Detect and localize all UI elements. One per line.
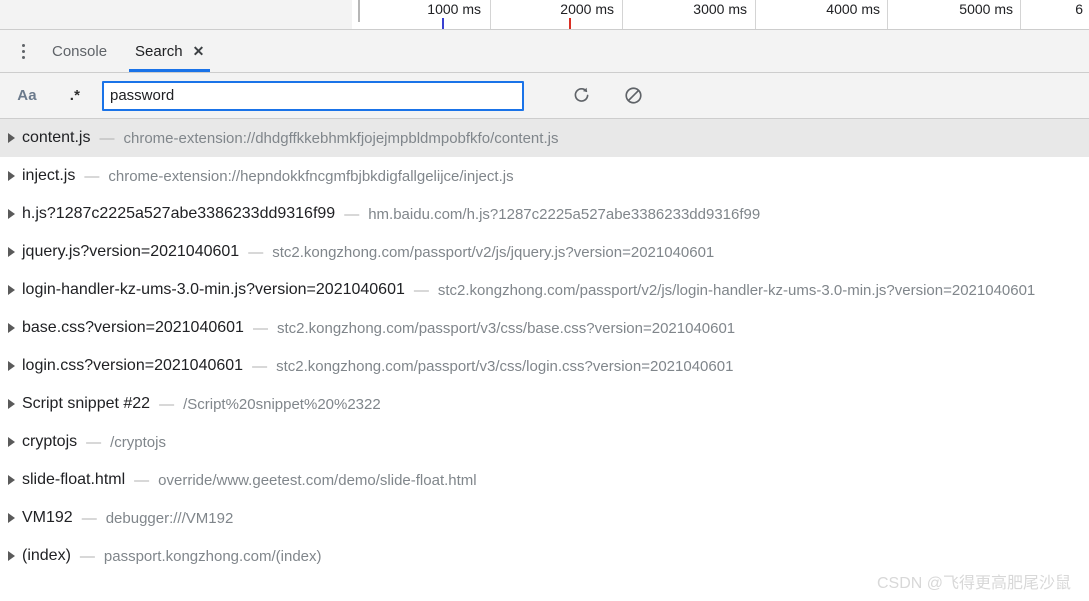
chevron-right-icon[interactable] xyxy=(8,247,15,257)
result-url: passport.kongzhong.com/(index) xyxy=(103,547,322,565)
result-separator: — xyxy=(252,319,268,337)
result-file-name: (index) xyxy=(22,547,71,564)
regex-toggle[interactable]: .* xyxy=(58,83,92,109)
table-row[interactable]: content.js — chrome-extension://dhdgffkkeb… xyxy=(0,119,1089,157)
chevron-right-icon[interactable] xyxy=(8,133,15,143)
result-url: stc2.kongzhong.com/passport/v3/css/login… xyxy=(276,357,734,375)
result-file-name: VM192 xyxy=(22,509,73,526)
chevron-right-icon[interactable] xyxy=(8,285,15,295)
chevron-right-icon[interactable] xyxy=(8,551,15,561)
timeline-ruler[interactable]: 1000 ms 2000 ms 3000 ms 4000 ms 5000 ms 6 xyxy=(0,0,1089,30)
result-file-name: inject.js xyxy=(22,167,76,184)
table-row[interactable]: jquery.js?version=2021040601 — stc2.kongzh… xyxy=(0,233,1089,271)
result-file-name: Script snippet #22 xyxy=(22,395,151,412)
result-separator: — xyxy=(99,129,115,147)
result-separator: — xyxy=(413,281,429,299)
drawer-tab-bar: Console Search ✕ xyxy=(0,30,1089,73)
chevron-right-icon[interactable] xyxy=(8,399,15,409)
search-results-list: content.js — chrome-extension://dhdgffkkeb… xyxy=(0,119,1089,575)
chevron-right-icon[interactable] xyxy=(8,209,15,219)
result-separator: — xyxy=(84,167,100,185)
result-file-name: login-handler-kz-ums-3.0-min.js?version=… xyxy=(22,281,405,298)
timeline-gutter xyxy=(0,0,352,29)
result-url: stc2.kongzhong.com/passport/v2/js/login-… xyxy=(437,281,1036,299)
tab-console-label: Console xyxy=(52,42,108,60)
regex-label: .* xyxy=(69,87,81,104)
close-icon[interactable]: ✕ xyxy=(193,44,205,58)
result-url: chrome-extension://dhdgffkkebhmkfjojejmp… xyxy=(123,129,559,147)
result-url: hm.baidu.com/h.js?1287c2225a527abe338623… xyxy=(368,205,761,223)
table-row[interactable]: (index) — passport.kongzhong.com/(index) xyxy=(0,537,1089,575)
timeline-marker-load-event xyxy=(569,18,571,29)
search-toolbar: Aa .* xyxy=(0,73,1089,119)
result-url: chrome-extension://hepndokkfncgmfbjbkdig… xyxy=(108,167,514,185)
chevron-right-icon[interactable] xyxy=(8,437,15,447)
result-separator: — xyxy=(86,433,102,451)
table-row[interactable]: Script snippet #22 — /Script%20snippet%20%… xyxy=(0,385,1089,423)
chevron-right-icon[interactable] xyxy=(8,171,15,181)
result-url: stc2.kongzhong.com/passport/v2/js/jquery… xyxy=(272,243,715,261)
table-row[interactable]: h.js?1287c2225a527abe3386233dd9316f99 — hm… xyxy=(0,195,1089,233)
result-separator: — xyxy=(79,547,95,565)
result-file-name: slide-float.html xyxy=(22,471,126,488)
timeline-marker-dom-content-loaded xyxy=(442,18,444,29)
timeline-tick-label: 4000 ms xyxy=(826,1,880,17)
result-file-name: login.css?version=2021040601 xyxy=(22,357,244,374)
tab-console[interactable]: Console xyxy=(38,30,121,72)
result-separator: — xyxy=(159,395,175,413)
kebab-menu-icon[interactable] xyxy=(8,30,38,72)
result-url: /Script%20snippet%20%2322 xyxy=(183,395,381,413)
timeline-tick-label: 3000 ms xyxy=(693,1,747,17)
timeline-divider xyxy=(887,0,888,29)
result-separator: — xyxy=(248,243,264,261)
result-file-name: cryptojs xyxy=(22,433,78,450)
chevron-right-icon[interactable] xyxy=(8,323,15,333)
result-separator: — xyxy=(344,205,360,223)
tab-search[interactable]: Search ✕ xyxy=(121,30,218,72)
search-input[interactable] xyxy=(102,80,524,111)
refresh-icon[interactable] xyxy=(564,83,598,109)
result-url: debugger:///VM192 xyxy=(105,509,234,527)
result-file-name: base.css?version=2021040601 xyxy=(22,319,244,336)
table-row[interactable]: login.css?version=2021040601 — stc2.kongzh… xyxy=(0,347,1089,385)
result-file-name: jquery.js?version=2021040601 xyxy=(22,243,240,260)
match-case-toggle[interactable]: Aa xyxy=(10,83,44,109)
table-row[interactable]: inject.js — chrome-extension://hepndokkfnc… xyxy=(0,157,1089,195)
timeline-tick-label: 1000 ms xyxy=(427,1,481,17)
table-row[interactable]: login-handler-kz-ums-3.0-min.js?version=… xyxy=(0,271,1089,309)
result-file-name: content.js xyxy=(22,129,91,146)
table-row[interactable]: slide-float.html — override/www.geetest.co… xyxy=(0,461,1089,499)
result-separator: — xyxy=(81,509,97,527)
timeline-tick-label: 6 xyxy=(1075,1,1083,17)
table-row[interactable]: VM192 — debugger:///VM192 xyxy=(0,499,1089,537)
result-separator: — xyxy=(134,471,150,489)
result-separator: — xyxy=(252,357,268,375)
chevron-right-icon[interactable] xyxy=(8,513,15,523)
clear-no-entry-icon[interactable] xyxy=(616,83,650,109)
result-url: override/www.geetest.com/demo/slide-floa… xyxy=(158,471,477,489)
chevron-right-icon[interactable] xyxy=(8,361,15,371)
tab-search-label: Search xyxy=(135,42,183,60)
result-url: /cryptojs xyxy=(110,433,166,451)
timeline-tick-label: 2000 ms xyxy=(560,1,614,17)
result-file-name: h.js?1287c2225a527abe3386233dd9316f99 xyxy=(22,205,336,222)
match-case-label: Aa xyxy=(17,87,37,104)
table-row[interactable]: base.css?version=2021040601 — stc2.kongzho… xyxy=(0,309,1089,347)
table-row[interactable]: cryptojs — /cryptojs xyxy=(0,423,1089,461)
chevron-right-icon[interactable] xyxy=(8,475,15,485)
result-url: stc2.kongzhong.com/passport/v3/css/base.… xyxy=(276,319,736,337)
